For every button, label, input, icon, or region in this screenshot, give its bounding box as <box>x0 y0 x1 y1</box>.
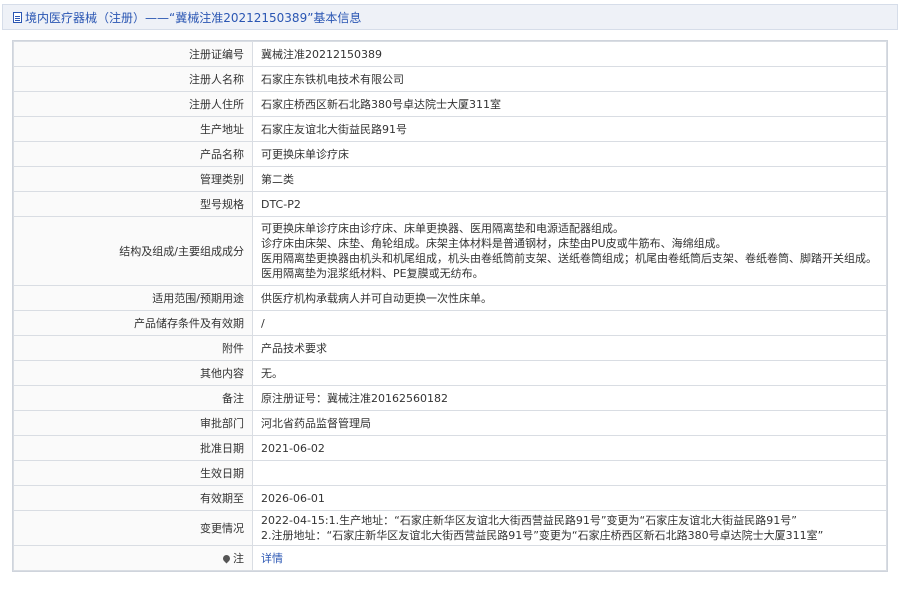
table-row-product-name: 产品名称 可更换床单诊疗床 <box>13 141 887 167</box>
table-row-management-category: 管理类别 第二类 <box>13 166 887 192</box>
composition-line: 医用隔离垫为混浆纸材料、PE复膜或无纺布。 <box>261 267 484 280</box>
composition-line: 医用隔离垫更换器由机头和机尾组成，机头由卷纸筒前支架、送纸卷筒组成；机尾由卷纸筒… <box>261 252 877 265</box>
table-row-other-content: 其他内容 无。 <box>13 360 887 386</box>
table-row-intended-use: 适用范围/预期用途 供医疗机构承载病人并可自动更换一次性床单。 <box>13 285 887 311</box>
composition-line: 诊疗床由床架、床垫、角轮组成。床架主体材料是普通钢材，床垫由PU皮或牛筋布、海绵… <box>261 237 727 250</box>
row-value: 冀械注准20212150389 <box>252 41 887 67</box>
row-label: 注册人名称 <box>13 66 253 92</box>
row-value: 供医疗机构承载病人并可自动更换一次性床单。 <box>252 285 887 311</box>
row-label: 适用范围/预期用途 <box>13 285 253 311</box>
note-label: 注 <box>233 551 244 565</box>
table-row-approval-department: 审批部门 河北省药品监督管理局 <box>13 410 887 436</box>
row-label: 管理类别 <box>13 166 253 192</box>
row-value: 石家庄友谊北大街益民路91号 <box>252 116 887 142</box>
page: 境内医疗器械（注册）——“冀械注准20212150389”基本信息 注册证编号 … <box>0 0 903 612</box>
row-label: 生产地址 <box>13 116 253 142</box>
table-row-remarks: 备注 原注册证号：冀械注准20162560182 <box>13 385 887 411</box>
row-label: 有效期至 <box>13 485 253 511</box>
table-row-registrant-name: 注册人名称 石家庄东铁机电技术有限公司 <box>13 66 887 92</box>
table-row-production-address: 生产地址 石家庄友谊北大街益民路91号 <box>13 116 887 142</box>
table-row-change-history: 变更情况 2022-04-15:1.生产地址：“石家庄新华区友谊北大街西营益民路… <box>13 510 887 546</box>
row-label: 注册证编号 <box>13 41 253 67</box>
row-value: 可更换床单诊疗床 <box>252 141 887 167</box>
page-title: 境内医疗器械（注册）——“冀械注准20212150389”基本信息 <box>25 10 362 25</box>
row-label: 产品储存条件及有效期 <box>13 310 253 336</box>
table-row-note: 注 详情 <box>13 545 887 571</box>
row-value: 无。 <box>252 360 887 386</box>
change-line: 2022-04-15:1.生产地址：“石家庄新华区友谊北大街西营益民路91号”变… <box>261 514 797 527</box>
row-value: 2022-04-15:1.生产地址：“石家庄新华区友谊北大街西营益民路91号”变… <box>252 510 887 546</box>
table-row-registrant-address: 注册人住所 石家庄桥西区新石北路380号卓达院士大厦311室 <box>13 91 887 117</box>
page-title-bar: 境内医疗器械（注册）——“冀械注准20212150389”基本信息 <box>2 4 898 30</box>
row-value: 第二类 <box>252 166 887 192</box>
location-pin-icon <box>221 553 232 563</box>
table-row-effective-date: 生效日期 <box>13 460 887 486</box>
row-value: 原注册证号：冀械注准20162560182 <box>252 385 887 411</box>
row-label: 审批部门 <box>13 410 253 436</box>
row-label: 注册人住所 <box>13 91 253 117</box>
row-label: 附件 <box>13 335 253 361</box>
row-value: 石家庄东铁机电技术有限公司 <box>252 66 887 92</box>
row-label: 注 <box>13 545 253 571</box>
row-label: 批准日期 <box>13 435 253 461</box>
row-value: 河北省药品监督管理局 <box>252 410 887 436</box>
row-value: 石家庄桥西区新石北路380号卓达院士大厦311室 <box>252 91 887 117</box>
row-label: 生效日期 <box>13 460 253 486</box>
row-label: 结构及组成/主要组成成分 <box>13 216 253 286</box>
row-label: 型号规格 <box>13 191 253 217</box>
row-label: 其他内容 <box>13 360 253 386</box>
row-label: 备注 <box>13 385 253 411</box>
table-row-approval-date: 批准日期 2021-06-02 <box>13 435 887 461</box>
table-row-storage-validity: 产品储存条件及有效期 / <box>13 310 887 336</box>
row-label: 变更情况 <box>13 510 253 546</box>
row-value: 详情 <box>252 545 887 571</box>
table-row-model-spec: 型号规格 DTC-P2 <box>13 191 887 217</box>
detail-table: 注册证编号 冀械注准20212150389 注册人名称 石家庄东铁机电技术有限公… <box>13 41 887 571</box>
row-value: 2021-06-02 <box>252 435 887 461</box>
table-row-registration-number: 注册证编号 冀械注准20212150389 <box>13 41 887 67</box>
row-value <box>252 460 887 486</box>
row-value: 2026-06-01 <box>252 485 887 511</box>
document-icon <box>13 11 22 23</box>
row-label: 产品名称 <box>13 141 253 167</box>
table-row-valid-until: 有效期至 2026-06-01 <box>13 485 887 511</box>
change-line: 2.注册地址：“石家庄新华区友谊北大街西营益民路91号”变更为“石家庄桥西区新石… <box>261 529 824 542</box>
row-value: 可更换床单诊疗床由诊疗床、床单更换器、医用隔离垫和电源适配器组成。 诊疗床由床架… <box>252 216 887 286</box>
detail-table-container: 注册证编号 冀械注准20212150389 注册人名称 石家庄东铁机电技术有限公… <box>12 40 888 572</box>
details-link[interactable]: 详情 <box>261 552 283 565</box>
table-row-structure-composition: 结构及组成/主要组成成分 可更换床单诊疗床由诊疗床、床单更换器、医用隔离垫和电源… <box>13 216 887 286</box>
row-value: / <box>252 310 887 336</box>
composition-line: 可更换床单诊疗床由诊疗床、床单更换器、医用隔离垫和电源适配器组成。 <box>261 222 624 235</box>
row-value: 产品技术要求 <box>252 335 887 361</box>
table-row-attachment: 附件 产品技术要求 <box>13 335 887 361</box>
row-value: DTC-P2 <box>252 191 887 217</box>
